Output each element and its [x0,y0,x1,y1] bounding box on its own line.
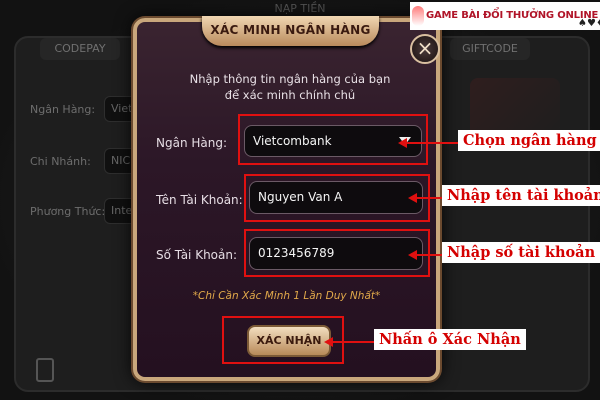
annotation-enter-name: Nhập tên tài khoản [442,185,600,206]
bank-label: Ngân Hàng: [156,136,228,150]
annotation-enter-number: Nhập số tài khoản [442,242,600,263]
arrow-head-confirm [324,337,333,347]
dialog-description-line1: Nhập thông tin ngân hàng của bạn [189,72,391,86]
verification-note: *Chỉ Cần Xác Minh 1 Lần Duy Nhất* [192,290,381,302]
account-name-label: Tên Tài Khoản: [156,193,243,207]
logo-mark-icon [412,6,424,26]
background-method-label: Phương Thức: [30,205,106,218]
arrow-line-confirm [330,341,374,343]
highlight-account-number [244,229,430,277]
annotation-press-confirm: Nhấn ô Xác Nhận [374,329,526,350]
background-banner [470,78,560,138]
tab-giftcode[interactable]: GIFTCODE [450,38,530,60]
site-logo: GAME BÀI ĐỔI THƯỞNG ONLINE ♠♥♦♣ [410,2,600,30]
dialog-title: XÁC MINH NGÂN HÀNG [210,23,371,37]
arrow-line-bank [404,142,458,144]
background-branch-label: Chi Nhánh: [30,155,91,168]
logo-text: GAME BÀI ĐỔI THƯỞNG ONLINE [426,10,599,21]
card-suits-icon: ♠♥♦♣ [578,18,600,29]
dialog-title-bar: XÁC MINH NGÂN HÀNG [202,16,379,46]
arrow-head-bank [398,138,407,148]
background-bank-label: Ngân Hàng: [30,103,96,116]
highlight-account-name [244,174,430,222]
account-number-label: Số Tài Khoản: [156,248,238,262]
arrow-head-name [408,193,417,203]
arrow-line-name [414,197,442,199]
tab-codepay[interactable]: CODEPAY [40,38,120,60]
trash-icon[interactable] [36,358,54,382]
arrow-line-number [414,254,442,256]
arrow-head-number [408,250,417,260]
close-button[interactable]: × [410,34,440,64]
dialog-description-line2: để xác minh chính chủ [224,88,356,102]
annotation-choose-bank: Chọn ngân hàng [458,130,600,151]
